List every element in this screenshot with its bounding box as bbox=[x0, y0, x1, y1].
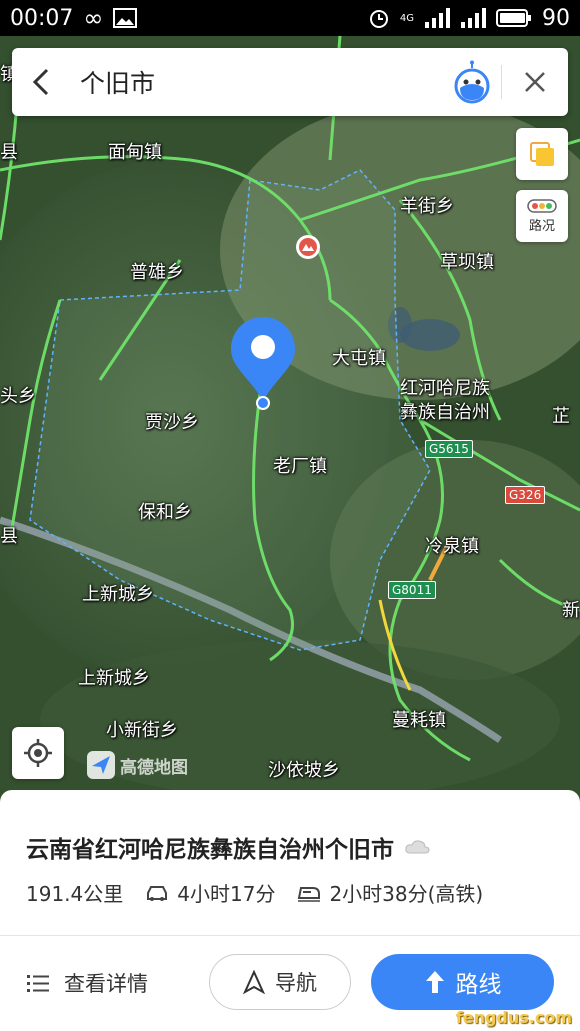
label-edge-xian-top: 县 bbox=[0, 142, 18, 163]
label-shangxincheng-1[interactable]: 上新城乡 bbox=[82, 580, 154, 606]
signal-icon bbox=[425, 8, 450, 28]
label-laochang[interactable]: 老厂镇 bbox=[273, 452, 327, 478]
image-notification-icon bbox=[113, 8, 138, 28]
label-xiaoxinjie[interactable]: 小新街乡 bbox=[106, 716, 178, 742]
close-button[interactable] bbox=[502, 48, 568, 116]
infinity-icon: ∞ bbox=[83, 4, 104, 32]
route-arrow-icon bbox=[425, 971, 444, 993]
place-info-sheet: 云南省红河哈尼族彝族自治州个旧市 191.4公里 4小时17分 2小时38分(高… bbox=[0, 790, 580, 1031]
label-jiasha[interactable]: 贾沙乡 bbox=[145, 408, 199, 434]
train-segment: 2小时38分(高铁) bbox=[297, 878, 483, 907]
alarm-icon bbox=[369, 10, 388, 28]
map-view[interactable]: 面甸镇 羊街乡 草坝镇 普雄乡 大屯镇 红河哈尼族 彝族自治州 贾沙乡 老厂镇 … bbox=[0, 36, 580, 796]
car-icon bbox=[147, 885, 168, 901]
place-name-text: 云南省红河哈尼族彝族自治州个旧市 bbox=[26, 837, 394, 863]
amap-logo-icon bbox=[87, 751, 115, 779]
network-type: 4G bbox=[399, 12, 414, 24]
locate-me-button[interactable] bbox=[12, 727, 64, 779]
label-manhao[interactable]: 蔓耗镇 bbox=[392, 706, 446, 732]
navigation-arrow-icon bbox=[243, 970, 265, 994]
navigate-button[interactable]: 导航 bbox=[209, 954, 351, 1010]
battery-level: 90 bbox=[542, 5, 570, 31]
label-edge-zhi: 芷 bbox=[552, 406, 570, 427]
cloud-weather-icon bbox=[405, 840, 430, 854]
route-button[interactable]: 路线 bbox=[371, 954, 554, 1010]
drive-time-text: 4小时17分 bbox=[177, 882, 276, 906]
road-badge-g326: G326 bbox=[505, 486, 546, 504]
label-puxiong[interactable]: 普雄乡 bbox=[130, 258, 184, 284]
road-badge-g5615: G5615 bbox=[425, 440, 473, 458]
amap-logo-text: 高德地图 bbox=[120, 757, 188, 778]
search-bar: 个旧市 bbox=[12, 48, 568, 116]
amap-logo: 高德地图 bbox=[86, 750, 188, 780]
search-input[interactable]: 个旧市 bbox=[72, 64, 443, 100]
train-icon bbox=[298, 886, 321, 902]
label-miandian[interactable]: 面甸镇 bbox=[108, 138, 162, 164]
close-icon bbox=[525, 72, 545, 92]
label-edge-xian-left: 县 bbox=[0, 526, 18, 547]
status-time: 00:07 bbox=[10, 5, 74, 31]
assistant-face-icon bbox=[454, 60, 490, 104]
layers-icon bbox=[530, 142, 554, 166]
voice-assistant-button[interactable] bbox=[443, 48, 501, 116]
label-yangjie[interactable]: 羊街乡 bbox=[400, 192, 454, 218]
train-time-text: 2小时38分(高铁) bbox=[329, 882, 484, 906]
crosshair-icon bbox=[24, 739, 52, 767]
traffic-light-icon bbox=[527, 198, 557, 213]
view-details-label: 查看详情 bbox=[64, 972, 148, 996]
signal-icon-2 bbox=[461, 8, 486, 28]
view-details-button[interactable]: 查看详情 bbox=[26, 968, 148, 998]
label-shayipo[interactable]: 沙依坡乡 bbox=[268, 756, 340, 782]
back-button[interactable] bbox=[12, 48, 72, 116]
label-lengquan[interactable]: 冷泉镇 bbox=[425, 532, 479, 558]
list-icon bbox=[27, 975, 49, 992]
label-edge-touxiang: 头乡 bbox=[0, 386, 36, 407]
route-label: 路线 bbox=[455, 972, 502, 998]
label-shangxincheng-2[interactable]: 上新城乡 bbox=[78, 664, 150, 690]
place-title: 云南省红河哈尼族彝族自治州个旧市 bbox=[26, 830, 430, 864]
traffic-label: 路况 bbox=[528, 218, 555, 234]
drive-segment: 4小时17分 bbox=[145, 878, 275, 907]
location-pin-icon[interactable] bbox=[229, 315, 297, 415]
status-bar: 00:07 ∞ 4G 90 bbox=[0, 0, 580, 36]
label-caoba[interactable]: 草坝镇 bbox=[440, 248, 494, 274]
trip-info-row: 191.4公里 4小时17分 2小时38分(高铁) bbox=[26, 878, 505, 907]
watermark: fengdus.com bbox=[455, 1008, 572, 1027]
sheet-divider bbox=[0, 935, 580, 936]
battery-icon bbox=[496, 9, 531, 27]
distance-segment: 191.4公里 bbox=[26, 878, 123, 907]
distance-text: 191.4公里 bbox=[26, 882, 124, 906]
label-honghe-1[interactable]: 红河哈尼族 bbox=[400, 374, 490, 400]
road-badge-g8011: G8011 bbox=[388, 581, 436, 599]
label-baohe[interactable]: 保和乡 bbox=[138, 498, 192, 524]
layers-button[interactable] bbox=[516, 128, 568, 180]
chevron-left-icon bbox=[32, 68, 49, 96]
scenic-marker[interactable] bbox=[296, 235, 320, 259]
label-edge-xin: 新 bbox=[562, 600, 580, 621]
traffic-button[interactable]: 路况 bbox=[516, 190, 568, 242]
navigate-label: 导航 bbox=[275, 971, 317, 995]
label-datun[interactable]: 大屯镇 bbox=[332, 344, 386, 370]
label-honghe-2[interactable]: 彝族自治州 bbox=[400, 398, 490, 424]
